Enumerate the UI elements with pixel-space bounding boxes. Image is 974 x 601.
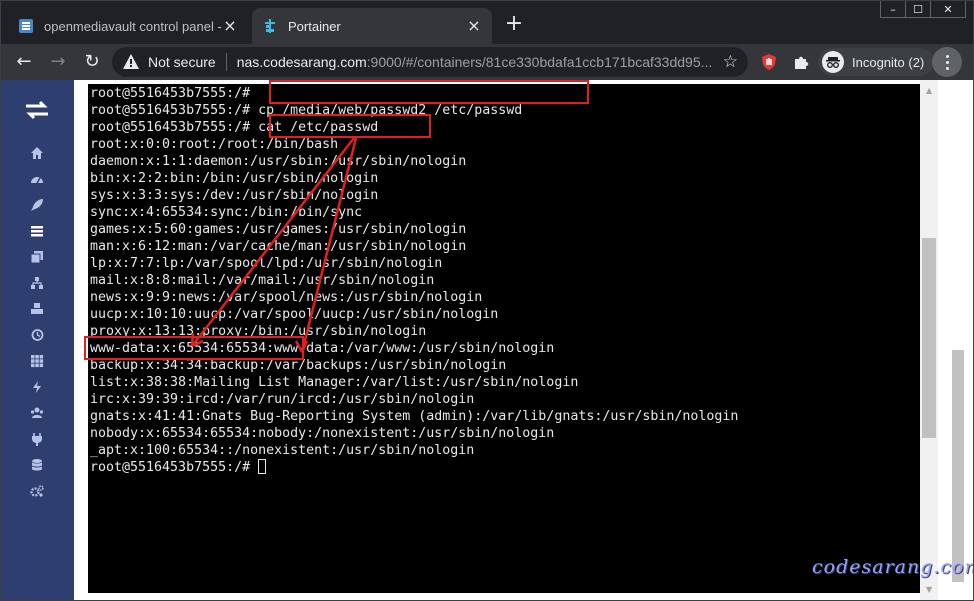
grid-icon[interactable] xyxy=(28,352,46,370)
incognito-indicator[interactable]: Incognito (2) xyxy=(818,48,935,76)
extensions-puzzle-icon[interactable] xyxy=(792,53,810,71)
home-icon[interactable] xyxy=(28,144,46,162)
terminal-line: bin:x:2:2:bin:/bin:/usr/sbin/nologin xyxy=(90,171,379,186)
bolt-icon[interactable] xyxy=(28,378,46,396)
warning-icon[interactable] xyxy=(122,53,140,71)
terminal-line: games:x:5:60:games:/usr/games:/usr/sbin/… xyxy=(90,222,467,237)
terminal-line: irc:x:39:39:ircd:/var/run/ircd:/usr/sbin… xyxy=(90,392,475,407)
separator xyxy=(225,53,227,71)
address-bar[interactable]: Not secure nas.codesarang.com:9000/#/con… xyxy=(112,47,748,77)
list-icon[interactable] xyxy=(28,222,46,240)
highlight-box-cat-command xyxy=(269,114,431,138)
terminal-line: mail:x:8:8:mail:/var/mail:/usr/sbin/nolo… xyxy=(90,273,435,288)
cubes-icon[interactable] xyxy=(28,300,46,318)
scroll-up-arrow-icon[interactable]: ▲ xyxy=(926,86,932,95)
url-host: nas.codesarang.com xyxy=(236,54,367,70)
cogs-icon[interactable] xyxy=(28,482,46,500)
browser-menu-button[interactable] xyxy=(932,47,962,77)
highlight-box-www-data-uid xyxy=(84,336,304,360)
tab-portainer[interactable]: Portainer × xyxy=(252,8,492,44)
terminal-line: man:x:6:12:man:/var/cache/man:/usr/sbin/… xyxy=(90,239,467,254)
users-icon[interactable] xyxy=(28,404,46,422)
terminal-line: daemon:x:1:1:daemon:/usr/sbin:/usr/sbin/… xyxy=(90,154,467,169)
terminal-line: root:x:0:0:root:/root:/bin/bash xyxy=(90,137,339,152)
terminal-line: sync:x:4:65534:sync:/bin:/bin/sync xyxy=(90,205,363,220)
terminal-line: uucp:x:10:10:uucp:/var/spool/uucp:/usr/s… xyxy=(90,307,499,322)
new-tab-button[interactable]: + xyxy=(503,13,525,36)
terminal-line: gnats:x:41:41:Gnats Bug-Reporting System… xyxy=(90,409,739,424)
dashboard-gauge-icon[interactable] xyxy=(28,170,46,188)
terminal-line: nobody:x:65534:65534:nobody:/nonexistent… xyxy=(90,426,555,441)
portainer-favicon-icon xyxy=(265,19,275,33)
prompt: root@5516453b7555:/# xyxy=(90,460,259,475)
tab-title: openmediavault control panel - l xyxy=(44,18,222,34)
url-path: :9000/#/containers/81ce330bdafa1ccb171bc… xyxy=(366,54,713,70)
window-controls: – ☐ ✕ xyxy=(880,0,966,18)
terminal-line: list:x:38:38:Mailing List Manager:/var/l… xyxy=(90,375,579,390)
close-window-button[interactable]: ✕ xyxy=(930,0,966,18)
tab-title: Portainer xyxy=(288,18,341,34)
close-tab-icon[interactable]: × xyxy=(466,18,482,34)
browser-toolbar: ← → ↻ Not secure nas.codesarang.com:9000… xyxy=(0,44,974,80)
bookmark-star-icon[interactable]: ☆ xyxy=(723,52,738,72)
minimize-button[interactable]: – xyxy=(880,0,906,18)
terminal-line: _apt:x:100:65534::/nonexistent:/usr/sbin… xyxy=(90,443,475,458)
openmediavault-favicon-icon xyxy=(19,19,33,33)
tab-openmediavault[interactable]: openmediavault control panel - l × xyxy=(8,8,248,44)
swap-arrows-icon[interactable] xyxy=(24,100,50,120)
tab-strip: openmediavault control panel - l × Porta… xyxy=(0,0,974,44)
scroll-down-arrow-icon[interactable]: ▼ xyxy=(926,585,932,594)
network-icon[interactable] xyxy=(28,274,46,292)
terminal-cursor xyxy=(258,459,267,474)
terminal-scrollbar-thumb[interactable] xyxy=(922,238,936,438)
rocket-icon[interactable] xyxy=(28,196,46,214)
highlight-box-cp-command xyxy=(269,80,589,104)
extension-shield-icon[interactable] xyxy=(760,53,778,71)
forward-button[interactable]: → xyxy=(46,50,70,74)
prompt: root@5516453b7555:/# xyxy=(90,120,259,135)
terminal-line: root@5516453b7555:/# xyxy=(90,459,738,476)
plug-icon[interactable] xyxy=(28,430,46,448)
maximize-button[interactable]: ☐ xyxy=(905,0,931,18)
page-scrollbar-thumb[interactable] xyxy=(952,350,964,582)
incognito-icon xyxy=(822,51,844,73)
terminal-line: lp:x:7:7:lp:/var/spool/lpd:/usr/sbin/nol… xyxy=(90,256,443,271)
watermark: codesarang.com xyxy=(812,556,974,578)
copy-icon[interactable] xyxy=(28,248,46,266)
terminal-line: news:x:9:9:news:/var/spool/news:/usr/sbi… xyxy=(90,290,483,305)
back-button[interactable]: ← xyxy=(12,50,36,74)
prompt: root@5516453b7555:/# xyxy=(90,86,259,101)
incognito-label: Incognito (2) xyxy=(852,54,925,70)
terminal-output: root@5516453b7555:/# root@5516453b7555:/… xyxy=(90,85,738,476)
portainer-sidebar xyxy=(0,80,74,601)
security-label[interactable]: Not secure xyxy=(148,54,216,70)
prompt: root@5516453b7555:/# xyxy=(90,103,259,118)
url-text[interactable]: nas.codesarang.com:9000/#/containers/81c… xyxy=(237,54,715,70)
database-icon[interactable] xyxy=(28,456,46,474)
close-tab-icon[interactable]: × xyxy=(222,18,238,34)
terminal-line: sys:x:3:3:sys:/dev:/usr/sbin/nologin xyxy=(90,188,379,203)
history-icon[interactable] xyxy=(28,326,46,344)
reload-button[interactable]: ↻ xyxy=(80,50,104,74)
